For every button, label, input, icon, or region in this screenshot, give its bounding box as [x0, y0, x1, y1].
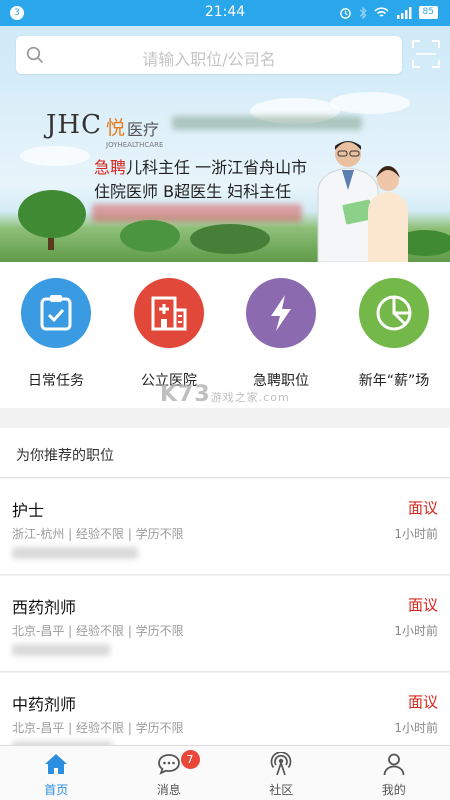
job-meta: 浙江-杭州 | 经验不限 | 学历不限 [12, 527, 184, 541]
job-title: 护士 [12, 501, 45, 520]
tab-community[interactable]: 社区 [225, 746, 338, 800]
home-icon [45, 754, 68, 774]
wifi-icon [373, 6, 389, 17]
job-salary: 面议 [407, 499, 438, 517]
tab-label: 社区 [269, 783, 294, 797]
doctor-nurse-illustration [317, 141, 408, 262]
job-title: 中药剂师 [12, 695, 77, 714]
job-posted-time: 1小时前 [394, 624, 438, 638]
job-salary: 面议 [407, 693, 438, 711]
clipboard-check-icon [40, 295, 72, 331]
tab-messages[interactable]: 消息 7 [113, 746, 226, 800]
job-title: 西药剂师 [12, 598, 77, 617]
quick-action-circle [134, 278, 204, 348]
recommend-section-header: 为你推荐的职位 [0, 428, 450, 478]
recommend-title: 为你推荐的职位 [16, 448, 114, 464]
status-bar: 3 21:44 85 [0, 0, 450, 26]
job-card[interactable]: 护士 面议 浙江-杭州 | 经验不限 | 学历不限 1小时前 [0, 479, 450, 575]
scan-icon[interactable] [412, 40, 440, 68]
search-input[interactable]: 请输入职位/公司名 [16, 36, 402, 74]
alarm-icon [339, 7, 351, 19]
search-placeholder: 请输入职位/公司名 [142, 50, 276, 69]
battery-indicator: 85 [418, 6, 438, 19]
blurred-company [12, 547, 138, 559]
tab-label: 我的 [381, 783, 406, 797]
job-meta: 北京-昌平 | 经验不限 | 学历不限 [12, 624, 184, 638]
tree-illustration [18, 190, 86, 238]
bluetooth-icon [359, 6, 367, 19]
user-icon [383, 753, 405, 776]
blurred-company-name [172, 116, 362, 130]
quick-action-daily-tasks[interactable]: 日常任务 [6, 278, 106, 390]
blurred-company [12, 644, 110, 656]
quick-action-new-year-salary[interactable]: 新年“薪”场 [344, 278, 444, 390]
message-badge: 7 [180, 750, 200, 769]
job-meta: 北京-昌平 | 经验不限 | 学历不限 [12, 721, 184, 735]
quick-action-urgent-jobs[interactable]: 急聘职位 [231, 278, 331, 390]
quick-actions: 日常任务 公立医院 急聘职位 新年“薪”场 K73游戏之家.com [0, 262, 450, 408]
bottom-tab-bar: 首页 消息 7 社区 我的 [0, 745, 450, 800]
quick-action-circle [246, 278, 316, 348]
watermark: K73游戏之家.com [160, 382, 290, 407]
quick-action-circle [359, 278, 429, 348]
brand-logo: JHC 悦 医疗 JOYHEALTHCARE [46, 110, 164, 149]
chat-bubble-icon [157, 754, 180, 775]
quick-action-circle [21, 278, 91, 348]
quick-action-label: 新年“薪”场 [358, 373, 430, 389]
pie-chart-icon [376, 295, 412, 331]
tab-label: 消息 [156, 783, 181, 797]
job-salary: 面议 [407, 596, 438, 614]
banner-positions: 住院医师 B超医生 妇科主任 [94, 182, 292, 201]
lightning-icon [271, 295, 291, 331]
promo-banner[interactable]: JHC 悦 医疗 JOYHEALTHCARE 急聘儿科主任 一浙江省舟山市 住院… [0, 92, 450, 262]
header: 请输入职位/公司名 [0, 26, 450, 92]
quick-action-public-hospital[interactable]: 公立医院 [119, 278, 219, 390]
job-posted-time: 1小时前 [394, 721, 438, 735]
job-card[interactable]: 西药剂师 面议 北京-昌平 | 经验不限 | 学历不限 1小时前 [0, 576, 450, 672]
tab-home[interactable]: 首页 [0, 746, 113, 800]
broadcast-icon [270, 751, 292, 776]
hospital-building-icon [151, 296, 187, 331]
quick-action-label: 日常任务 [28, 373, 84, 389]
banner-headline: 急聘儿科主任 一浙江省舟山市 [94, 158, 308, 177]
tab-label: 首页 [44, 783, 69, 797]
blurred-contact [92, 204, 302, 222]
job-posted-time: 1小时前 [394, 527, 438, 541]
signal-icon [396, 6, 412, 19]
tab-profile[interactable]: 我的 [338, 746, 450, 800]
